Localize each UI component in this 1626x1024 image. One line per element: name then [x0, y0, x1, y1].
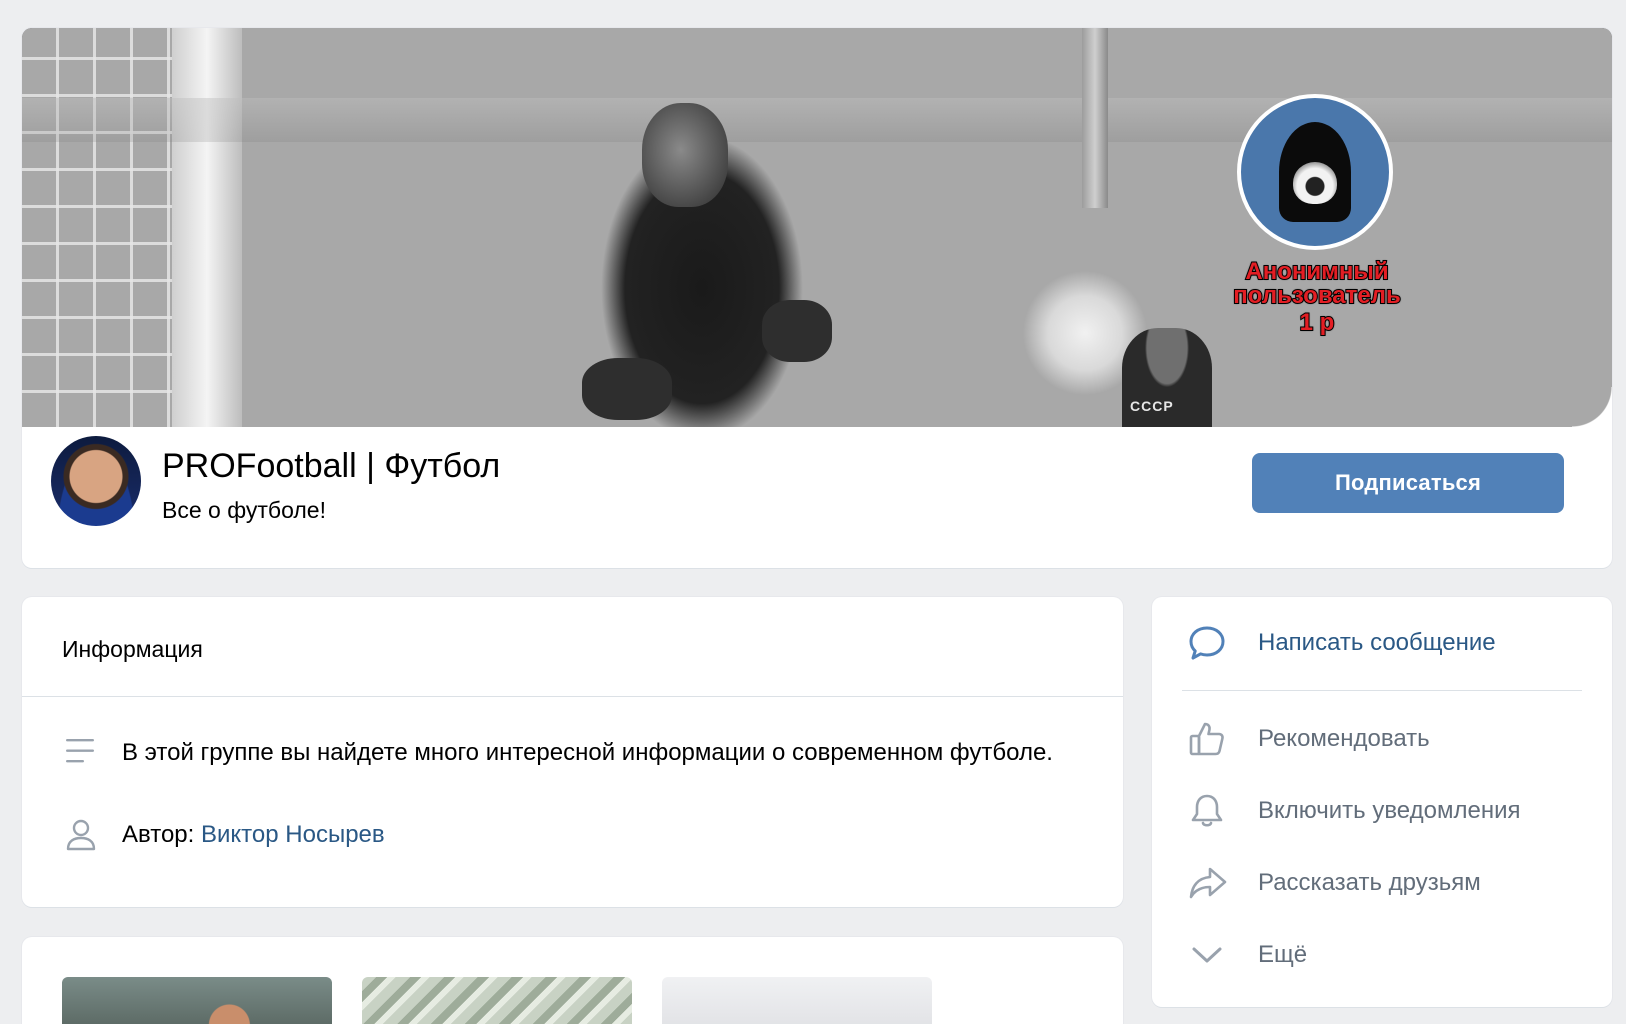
info-title: Информация	[62, 636, 203, 662]
chevron-down-icon	[1192, 947, 1222, 963]
anonymous-user-overlay-text: Анонимный пользователь 1 р	[1182, 258, 1452, 336]
action-label: Включить уведомления	[1258, 797, 1521, 824]
cover-image: СССР Анонимный пользователь 1 р	[22, 28, 1612, 427]
message-icon	[1189, 626, 1225, 660]
more-action[interactable]: Ещё	[1188, 935, 1307, 975]
stadium-pillar-graphic	[1082, 28, 1108, 208]
recommend-action[interactable]: Рекомендовать	[1188, 719, 1430, 759]
share-icon	[1189, 867, 1227, 899]
hooded-figure-icon	[1279, 122, 1351, 222]
goalkeeper-glove-graphic	[582, 358, 672, 420]
group-status: Все о футболе!	[162, 497, 326, 523]
author-link[interactable]: Виктор Носырев	[201, 821, 385, 848]
photo-thumbnail[interactable]	[62, 977, 332, 1024]
author-row: Автор: Виктор Носырев	[122, 817, 385, 853]
goalkeeper-glove-graphic	[762, 300, 832, 362]
action-label: Написать сообщение	[1258, 629, 1496, 656]
info-card: Информация В этой группе вы найдете мног…	[22, 597, 1123, 907]
action-label: Рекомендовать	[1258, 725, 1430, 752]
group-description: В этой группе вы найдете много интересно…	[122, 739, 1053, 766]
goal-post-graphic	[172, 28, 242, 427]
user-icon	[66, 819, 96, 851]
goalkeeper-figure	[642, 103, 728, 207]
enable-notifications-action[interactable]: Включить уведомления	[1188, 791, 1521, 831]
divider	[22, 696, 1123, 697]
actions-card: Написать сообщение Рекомендовать Включит…	[1152, 597, 1612, 1007]
write-message-action[interactable]: Написать сообщение	[1188, 623, 1496, 663]
group-name: PROFootball | Футбол	[162, 447, 501, 485]
action-label: Рассказать друзьям	[1258, 869, 1481, 896]
author-label: Автор:	[122, 821, 195, 848]
action-label: Ещё	[1258, 941, 1308, 968]
overlay-line-2: пользователь	[1232, 282, 1401, 309]
overlay-price: 1 р	[1299, 309, 1336, 336]
photo-thumbnail[interactable]	[662, 977, 932, 1024]
goal-net-graphic	[22, 28, 172, 427]
group-header-card: СССР Анонимный пользователь 1 р PROFootb…	[22, 28, 1612, 568]
description-icon	[66, 739, 94, 763]
photos-card	[22, 937, 1123, 1024]
thumbs-up-icon	[1189, 722, 1224, 756]
subscribe-button[interactable]: Подписаться	[1252, 453, 1564, 513]
photo-thumbnail[interactable]	[362, 977, 632, 1024]
anonymous-user-avatar	[1237, 94, 1393, 250]
jersey-badge-text: СССР	[1130, 398, 1174, 414]
share-with-friends-action[interactable]: Рассказать друзьям	[1188, 863, 1481, 903]
divider	[1182, 690, 1582, 691]
overlay-line-1: Анонимный	[1244, 258, 1389, 285]
group-avatar[interactable]	[51, 436, 141, 526]
bell-icon	[1191, 794, 1223, 827]
